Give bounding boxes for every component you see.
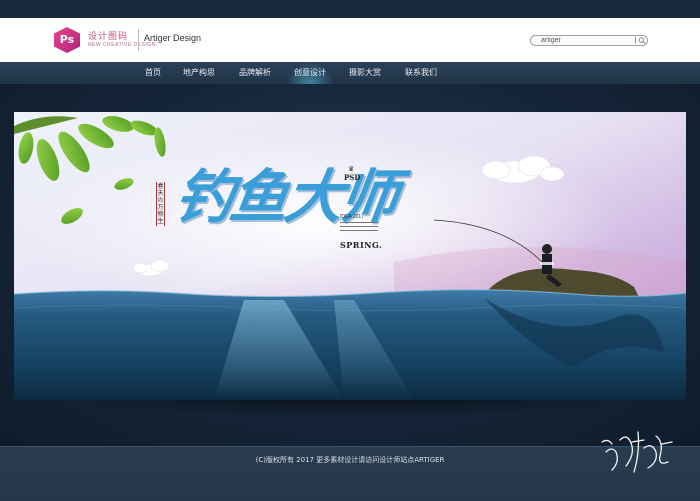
footer-divider — [0, 446, 700, 447]
main-nav: 首页 地产构思 品牌解析 创意设计 摄影大赏 联系我们 — [0, 62, 700, 84]
idea-label: IDEA 2017 — [340, 214, 364, 220]
nav-item-home[interactable]: 首页 — [136, 62, 170, 84]
copyright-text: (C)版权所有 2017 更多素材设计请访问设计师站点ARTIGER — [255, 456, 445, 464]
logo-icon-text: Ps — [59, 33, 75, 46]
signature-icon — [601, 431, 673, 473]
nav-item-real-estate[interactable]: 地产构思 — [176, 62, 222, 84]
search-icon[interactable] — [638, 37, 646, 44]
ps-logo-icon[interactable]: Ps — [54, 27, 80, 53]
nav-item-photography[interactable]: 摄影大赏 — [342, 62, 388, 84]
decorative-lines — [340, 222, 378, 234]
search-box — [530, 35, 648, 46]
logo-title[interactable]: 设计图码 — [88, 29, 128, 42]
search-divider — [635, 37, 636, 44]
nav-item-creative[interactable]: 创意设计 — [286, 62, 334, 84]
nav-item-brand[interactable]: 品牌解析 — [232, 62, 278, 84]
vertical-tag: 春天の万物生 — [156, 182, 165, 226]
hero-banner[interactable]: 钓鱼大师 春天の万物生 ♛ PSD IDEA 2017 SPRING. — [14, 112, 686, 400]
search-input[interactable] — [541, 36, 633, 45]
spring-label: SPRING. — [340, 240, 383, 250]
site-footer: (C)版权所有 2017 更多素材设计请访问设计师站点ARTIGER — [0, 446, 700, 501]
psd-label: PSD — [344, 173, 361, 182]
brand-divider — [138, 29, 139, 51]
brand-name: Artiger Design — [144, 33, 202, 43]
nav-item-contact[interactable]: 联系我们 — [398, 62, 444, 84]
crown-icon: ♛ — [348, 166, 355, 173]
site-header: Ps 设计图码 NEW CREATIVE DESIGN Artiger Desi… — [0, 18, 700, 78]
